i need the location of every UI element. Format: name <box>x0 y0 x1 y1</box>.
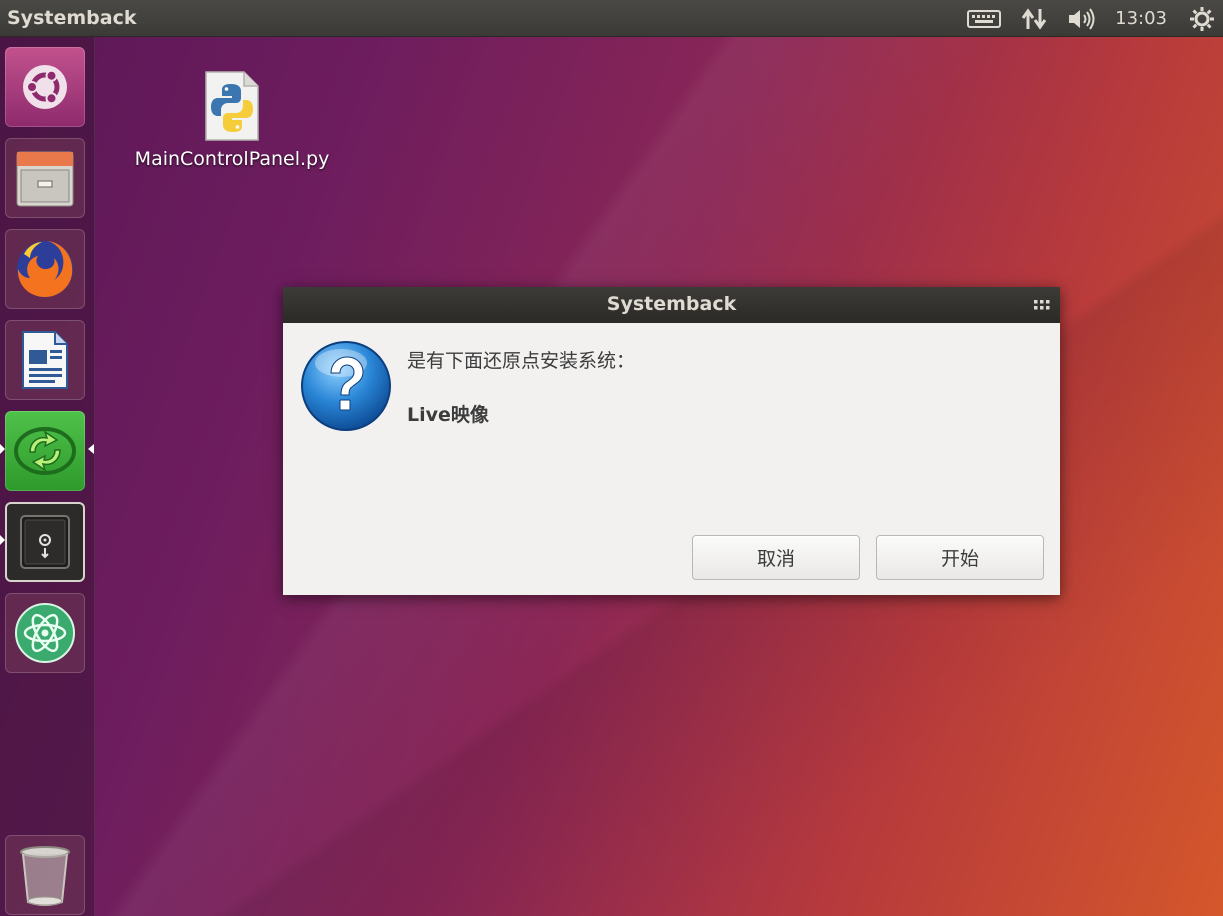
green-sync-icon <box>14 427 76 475</box>
launcher-item-files[interactable] <box>5 138 85 218</box>
ubuntu-logo-icon <box>23 65 67 109</box>
dialog-message: 是有下面还原点安装系统： <box>407 350 636 372</box>
volume-icon[interactable] <box>1067 7 1097 31</box>
atom-icon <box>15 603 75 663</box>
power-gear-icon[interactable] <box>1189 6 1215 32</box>
launcher-running-pip-systemback <box>0 535 5 545</box>
active-app-title: Systemback <box>7 7 137 29</box>
launcher-item-trash[interactable] <box>5 835 85 915</box>
start-button[interactable]: 开始 <box>876 535 1044 580</box>
safe-icon <box>20 515 70 569</box>
network-icon[interactable] <box>1021 7 1047 31</box>
launcher-running-pip-left <box>0 444 5 454</box>
indicator-area: 13:03 <box>957 0 1223 37</box>
desktop-file-item[interactable]: MainControlPanel.py <box>128 70 336 172</box>
launcher-item-atom[interactable] <box>5 593 85 673</box>
writer-document-icon <box>22 331 68 389</box>
launcher-focus-pip-right <box>88 444 94 454</box>
dialog-titlebar[interactable]: Systemback <box>283 287 1060 323</box>
keyboard-icon[interactable] <box>967 9 1002 29</box>
desktop-file-label: MainControlPanel.py <box>134 148 330 170</box>
python-file-icon <box>205 71 259 141</box>
file-cabinet-icon <box>16 151 74 207</box>
confirm-dialog: Systemback 是有下面还原点安装系统： Live映像 取消 开始 <box>283 287 1060 595</box>
launcher <box>0 37 95 916</box>
top-panel: Systemback 13:03 <box>0 0 1223 37</box>
dialog-title: Systemback <box>606 293 737 315</box>
launcher-item-sync-app[interactable] <box>5 411 85 491</box>
question-icon <box>301 341 391 431</box>
cancel-button[interactable]: 取消 <box>692 535 860 580</box>
firefox-icon <box>17 241 73 297</box>
clock[interactable]: 13:03 <box>1115 8 1167 29</box>
launcher-item-libreoffice-writer[interactable] <box>5 320 85 400</box>
launcher-item-systemback[interactable] <box>5 502 85 582</box>
launcher-item-ubuntu-dash[interactable] <box>5 47 85 127</box>
trash-icon <box>20 846 70 906</box>
launcher-item-firefox[interactable] <box>5 229 85 309</box>
window-menu-icon[interactable] <box>1034 300 1050 312</box>
dialog-restore-point: Live映像 <box>407 404 489 426</box>
